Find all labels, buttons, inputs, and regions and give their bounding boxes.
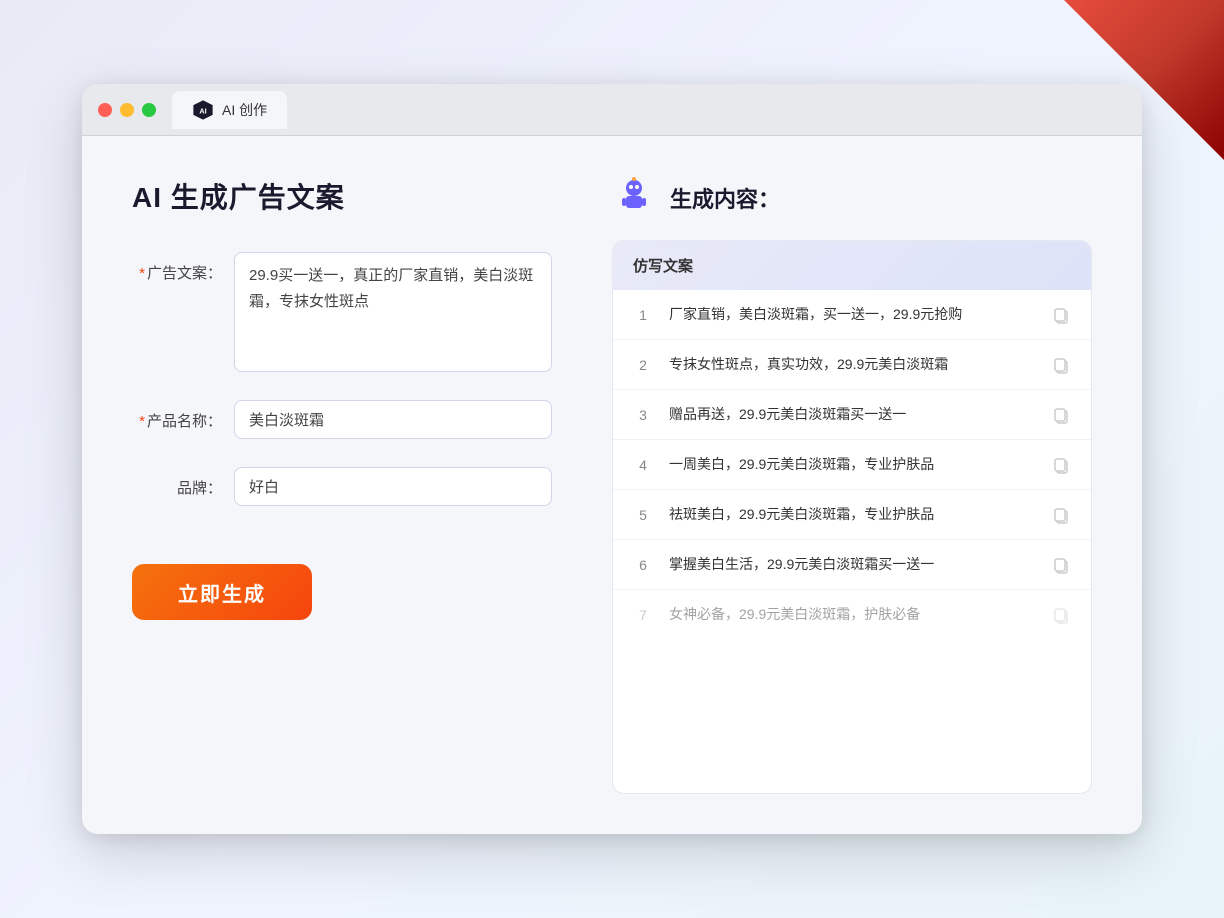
result-text: 掌握美白生活，29.9元美白淡斑霜买一送一 [669,554,1035,575]
minimize-button[interactable] [120,103,134,117]
result-item: 4 一周美白，29.9元美白淡斑霜，专业护肤品 [613,440,1091,490]
result-num: 1 [633,307,653,323]
brand-input[interactable] [234,467,552,506]
result-text: 祛斑美白，29.9元美白淡斑霜，专业护肤品 [669,504,1035,525]
right-title: 生成内容： [670,182,780,214]
result-num: 2 [633,357,653,373]
right-header: 生成内容： [612,176,1092,220]
result-text: 一周美白，29.9元美白淡斑霜，专业护肤品 [669,454,1035,475]
result-text: 赠品再送，29.9元美白淡斑霜买一送一 [669,404,1035,425]
result-item: 7 女神必备，29.9元美白淡斑霜，护肤必备 [613,590,1091,639]
copy-icon[interactable] [1051,355,1071,375]
ad-copy-required: * [139,265,145,282]
copy-icon[interactable] [1051,455,1071,475]
ad-copy-input[interactable] [234,252,552,372]
product-name-required: * [139,413,145,430]
copy-icon[interactable] [1051,605,1071,625]
result-num: 7 [633,607,653,623]
window-controls [98,103,156,117]
copy-icon[interactable] [1051,405,1071,425]
browser-tab[interactable]: AI AI 创作 [172,91,287,129]
left-panel: AI 生成广告文案 *广告文案： *产品名称： 品牌： [132,176,552,794]
browser-window: AI AI 创作 AI 生成广告文案 *广告文案： *产品名称： [82,84,1142,834]
results-header: 仿写文案 [613,241,1091,290]
ai-tab-icon: AI [192,99,214,121]
result-num: 5 [633,507,653,523]
product-name-label: *产品名称： [132,400,222,431]
copy-icon[interactable] [1051,555,1071,575]
results-list: 1 厂家直销，美白淡斑霜，买一送一，29.9元抢购 2 专抹女性斑点，真实功效，… [613,290,1091,639]
result-num: 3 [633,407,653,423]
ad-copy-group: *广告文案： [132,252,552,372]
results-container: 仿写文案 1 厂家直销，美白淡斑霜，买一送一，29.9元抢购 2 专抹女性斑点，… [612,240,1092,794]
browser-content: AI 生成广告文案 *广告文案： *产品名称： 品牌： [82,136,1142,834]
result-item: 1 厂家直销，美白淡斑霜，买一送一，29.9元抢购 [613,290,1091,340]
product-name-input[interactable] [234,400,552,439]
result-item: 3 赠品再送，29.9元美白淡斑霜买一送一 [613,390,1091,440]
page-title: AI 生成广告文案 [132,176,552,216]
ad-copy-label: *广告文案： [132,252,222,283]
svg-text:AI: AI [199,106,206,115]
result-num: 4 [633,457,653,473]
maximize-button[interactable] [142,103,156,117]
brand-label: 品牌： [132,467,222,498]
result-text: 厂家直销，美白淡斑霜，买一送一，29.9元抢购 [669,304,1035,325]
robot-icon [612,176,656,220]
result-text: 专抹女性斑点，真实功效，29.9元美白淡斑霜 [669,354,1035,375]
close-button[interactable] [98,103,112,117]
right-panel: 生成内容： 仿写文案 1 厂家直销，美白淡斑霜，买一送一，29.9元抢购 2 专… [612,176,1092,794]
tab-label: AI 创作 [222,100,267,120]
copy-icon[interactable] [1051,305,1071,325]
result-item: 5 祛斑美白，29.9元美白淡斑霜，专业护肤品 [613,490,1091,540]
result-item: 6 掌握美白生活，29.9元美白淡斑霜买一送一 [613,540,1091,590]
result-text: 女神必备，29.9元美白淡斑霜，护肤必备 [669,604,1035,625]
generate-button[interactable]: 立即生成 [132,564,312,620]
copy-icon[interactable] [1051,505,1071,525]
product-name-group: *产品名称： [132,400,552,439]
result-item: 2 专抹女性斑点，真实功效，29.9元美白淡斑霜 [613,340,1091,390]
result-num: 6 [633,557,653,573]
brand-group: 品牌： [132,467,552,506]
browser-chrome: AI AI 创作 [82,84,1142,136]
